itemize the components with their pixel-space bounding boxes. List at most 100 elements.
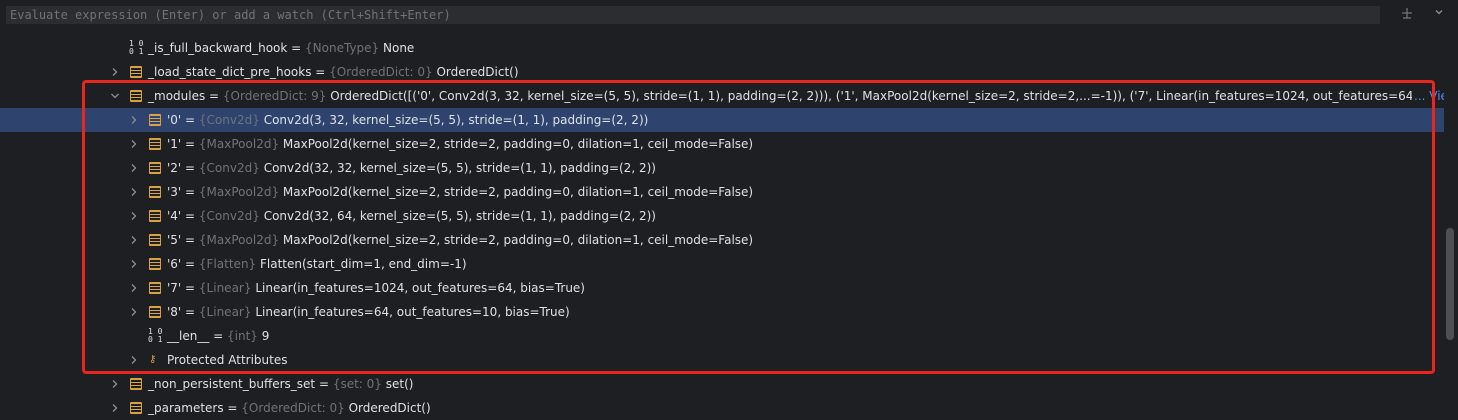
row-value: set() xyxy=(381,377,414,391)
var-row-module-2[interactable]: '2' = {Conv2d} Conv2d(32, 32, kernel_siz… xyxy=(0,156,1444,180)
number-icon: 1 00 1 xyxy=(129,39,144,56)
row-type: {set: 0} xyxy=(332,377,382,391)
row-name: '1' xyxy=(167,137,182,151)
var-row-module-7[interactable]: '7' = {Linear} Linear(in_features=1024, … xyxy=(0,276,1444,300)
field-icon xyxy=(130,402,142,414)
var-row-module-6[interactable]: '6' = {Flatten} Flatten(start_dim=1, end… xyxy=(0,252,1444,276)
chevron-right-icon[interactable] xyxy=(108,372,122,396)
view-link[interactable]: ... View xyxy=(1412,84,1444,108)
chevron-right-icon[interactable] xyxy=(127,348,141,372)
chevron-right-icon[interactable] xyxy=(127,228,141,252)
row-eq: = xyxy=(181,161,199,175)
field-icon xyxy=(149,114,161,126)
row-text: '0' = {Conv2d} Conv2d(3, 32, kernel_size… xyxy=(167,108,648,132)
row-name: _is_full_backward_hook xyxy=(148,41,288,55)
row-value: None xyxy=(379,41,415,55)
field-icon xyxy=(149,258,161,270)
field-icon xyxy=(149,306,161,318)
row-text: Protected Attributes xyxy=(167,348,287,372)
row-name: '2' xyxy=(167,161,182,175)
row-value: MaxPool2d(kernel_size=2, stride=2, paddi… xyxy=(279,137,754,151)
row-eq: = xyxy=(315,377,333,391)
row-eq: = xyxy=(181,281,199,295)
var-row-module-1[interactable]: '1' = {MaxPool2d} MaxPool2d(kernel_size=… xyxy=(0,132,1444,156)
field-icon xyxy=(149,162,161,174)
row-type: {NoneType} xyxy=(305,41,380,55)
evaluate-expression-bar xyxy=(0,0,1458,30)
row-eq: = xyxy=(181,209,199,223)
chevron-right-icon[interactable] xyxy=(127,108,141,132)
var-row-len[interactable]: 1 00 1 __len__ = {int} 9 xyxy=(0,324,1444,348)
row-type: {OrderedDict: 0} xyxy=(241,401,345,415)
add-watch-icon[interactable] xyxy=(1398,6,1416,24)
row-text: _is_full_backward_hook = {NoneType} None xyxy=(148,36,414,60)
chevron-right-icon[interactable] xyxy=(127,180,141,204)
var-row-is-full-backward-hook[interactable]: 1 00 1 _is_full_backward_hook = {NoneType… xyxy=(0,36,1444,60)
field-icon xyxy=(149,138,161,150)
row-eq: = xyxy=(181,233,199,247)
row-name: _load_state_dict_pre_hooks xyxy=(148,65,312,79)
chevron-right-icon[interactable] xyxy=(127,156,141,180)
row-text: _non_persistent_buffers_set = {set: 0} s… xyxy=(148,372,413,396)
vertical-scrollbar[interactable] xyxy=(1446,228,1454,340)
var-row-module-8[interactable]: '8' = {Linear} Linear(in_features=64, ou… xyxy=(0,300,1444,324)
row-name: Protected Attributes xyxy=(167,353,288,367)
field-icon xyxy=(149,234,161,246)
row-name: __len__ xyxy=(167,329,210,343)
row-name: '5' xyxy=(167,233,182,247)
row-text: '5' = {MaxPool2d} MaxPool2d(kernel_size=… xyxy=(167,228,753,252)
chevron-right-icon[interactable] xyxy=(127,132,141,156)
key-icon: ⚷ xyxy=(149,354,157,365)
field-icon xyxy=(130,90,142,102)
var-row-modules[interactable]: _modules = {OrderedDict: 9} OrderedDict(… xyxy=(0,84,1444,108)
row-name: '0' xyxy=(167,113,182,127)
row-text: '8' = {Linear} Linear(in_features=64, ou… xyxy=(167,300,570,324)
field-icon xyxy=(149,210,161,222)
chevron-right-icon[interactable] xyxy=(127,204,141,228)
number-icon: 1 00 1 xyxy=(148,327,163,344)
var-row-module-4[interactable]: '4' = {Conv2d} Conv2d(32, 64, kernel_siz… xyxy=(0,204,1444,228)
row-eq: = xyxy=(311,65,330,79)
chevron-right-icon[interactable] xyxy=(108,396,122,420)
row-eq: = xyxy=(181,137,199,151)
row-value: OrderedDict() xyxy=(344,401,431,415)
row-value: Flatten(start_dim=1, end_dim=-1) xyxy=(256,257,467,271)
var-row-non-persistent-buffers-set[interactable]: _non_persistent_buffers_set = {set: 0} s… xyxy=(0,372,1444,396)
row-value: MaxPool2d(kernel_size=2, stride=2, paddi… xyxy=(279,233,754,247)
evaluate-expression-input[interactable] xyxy=(6,6,1380,24)
row-name: '3' xyxy=(167,185,182,199)
field-icon xyxy=(149,186,161,198)
chevron-down-icon[interactable] xyxy=(108,84,122,108)
row-name: '7' xyxy=(167,281,182,295)
row-text: '4' = {Conv2d} Conv2d(32, 64, kernel_siz… xyxy=(167,204,656,228)
field-icon xyxy=(149,282,161,294)
chevron-down-icon[interactable] xyxy=(1430,6,1448,24)
row-name: '8' xyxy=(167,305,182,319)
row-text: '1' = {MaxPool2d} MaxPool2d(kernel_size=… xyxy=(167,132,753,156)
row-name: _modules xyxy=(148,89,206,103)
row-value: OrderedDict([('0', Conv2d(3, 32, kernel_… xyxy=(326,89,1444,103)
row-text: '3' = {MaxPool2d} MaxPool2d(kernel_size=… xyxy=(167,180,753,204)
row-value: OrderedDict() xyxy=(432,65,519,79)
row-eq: = xyxy=(287,41,306,55)
var-row-parameters[interactable]: _parameters = {OrderedDict: 0} OrderedDi… xyxy=(0,396,1444,420)
var-row-module-0[interactable]: '0' = {Conv2d} Conv2d(3, 32, kernel_size… xyxy=(0,108,1444,132)
row-eq: = xyxy=(205,89,223,103)
row-text: _parameters = {OrderedDict: 0} OrderedDi… xyxy=(148,396,431,420)
var-row-module-3[interactable]: '3' = {MaxPool2d} MaxPool2d(kernel_size=… xyxy=(0,180,1444,204)
row-text: _modules = {OrderedDict: 9} OrderedDict(… xyxy=(148,84,1444,108)
chevron-right-icon[interactable] xyxy=(127,300,141,324)
row-type: {Linear} xyxy=(198,305,252,319)
var-row-module-5[interactable]: '5' = {MaxPool2d} MaxPool2d(kernel_size=… xyxy=(0,228,1444,252)
chevron-right-icon[interactable] xyxy=(127,276,141,300)
chevron-right-icon[interactable] xyxy=(108,60,122,84)
row-eq: = xyxy=(181,113,199,127)
var-row-protected-attributes[interactable]: ⚷ Protected Attributes xyxy=(0,348,1444,372)
row-type: {MaxPool2d} xyxy=(198,137,280,151)
var-row-load-state-dict-pre-hooks[interactable]: _load_state_dict_pre_hooks = {OrderedDic… xyxy=(0,60,1444,84)
chevron-right-icon[interactable] xyxy=(127,252,141,276)
row-value: Conv2d(32, 32, kernel_size=(5, 5), strid… xyxy=(259,161,656,175)
row-type: {Conv2d} xyxy=(198,209,260,223)
row-type: {OrderedDict: 9} xyxy=(222,89,327,103)
row-type: {MaxPool2d} xyxy=(198,233,280,247)
